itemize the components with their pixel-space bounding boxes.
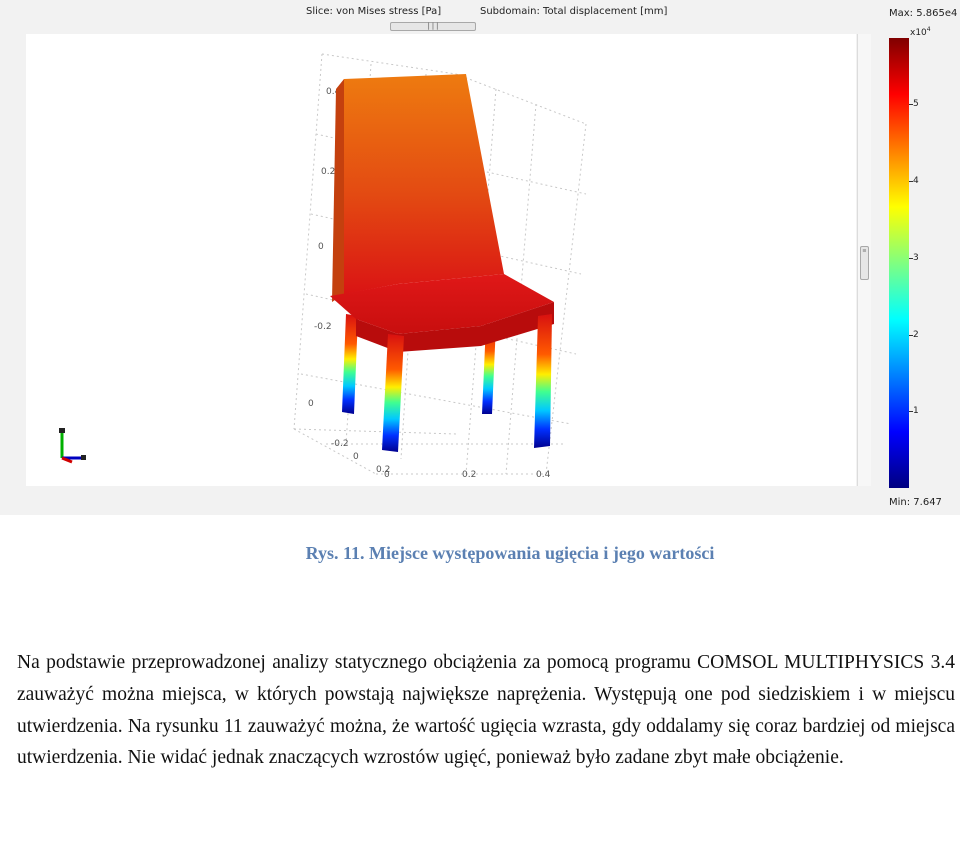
colorbar-tick-label: 1: [913, 406, 919, 417]
colorbar-multiplier: x104: [910, 26, 931, 38]
chair-backrest-side: [332, 79, 344, 302]
x-tick-label: 0.2: [462, 470, 476, 480]
chair-backrest: [344, 74, 504, 294]
y-tick-label: 0: [353, 452, 359, 462]
y-tick-label: -0.2: [331, 439, 349, 449]
front-right-leg: [534, 314, 552, 448]
figure-title-bar: Slice: von Mises stress [Pa] Subdomain: …: [0, 0, 880, 22]
z-tick-label: 0: [308, 399, 314, 409]
body-paragraph: Na podstawie przeprowadzonej analizy sta…: [17, 652, 955, 769]
horizontal-scrollbar-thumb[interactable]: |||: [390, 22, 476, 31]
colorbar-min-label: Min: 7.647: [889, 497, 942, 508]
front-left-leg: [382, 334, 404, 452]
slice-title: Slice: von Mises stress [Pa]: [306, 6, 442, 17]
chair-3d-plot: 0.4 0.2 0 -0.2 0 -0.2 0 0.2 0 0.2 0.4: [59, 53, 587, 480]
figure-caption: Rys. 11. Miejsce występowania ugięcia i …: [305, 543, 715, 563]
back-left-leg: [342, 314, 358, 414]
colorbar-tick-label: 3: [913, 252, 919, 263]
vertical-scrollbar-thumb[interactable]: ≡: [860, 246, 869, 280]
colorbar-tick-label: 5: [913, 99, 919, 110]
colorbar-tick-label: 2: [913, 329, 919, 340]
z-tick-label: -0.2: [314, 322, 332, 332]
x-tick-label: 0.4: [536, 470, 551, 480]
z-tick-label: 0: [318, 242, 324, 252]
colorbar-tick-label: 4: [913, 176, 919, 187]
subdomain-title: Subdomain: Total displacement [mm]: [480, 6, 668, 17]
vertical-scrollbar[interactable]: ≡: [857, 34, 871, 486]
colorbar-max-label: Max: 5.865e4: [889, 8, 958, 19]
comsol-figure: Slice: von Mises stress [Pa] Subdomain: …: [0, 0, 960, 515]
z-tick-label: 0.2: [321, 167, 335, 177]
axis-orientation-triad: [59, 428, 86, 464]
colorbar: [889, 38, 909, 488]
plot-area[interactable]: 0.4 0.2 0 -0.2 0 -0.2 0 0.2 0 0.2 0.4: [26, 34, 856, 486]
x-tick-label: 0: [384, 470, 390, 480]
